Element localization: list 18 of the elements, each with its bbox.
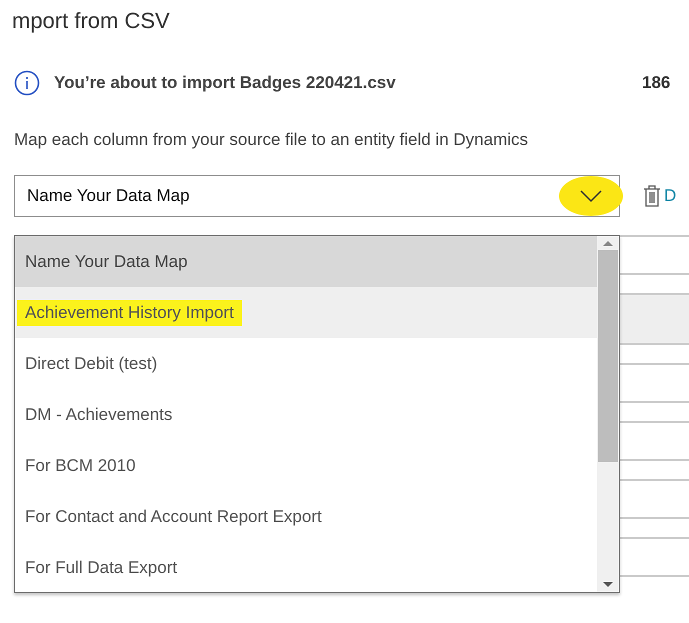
import-message: You’re about to import Badges 220421.csv [54,73,396,93]
dropdown-option[interactable]: Direct Debit (test) [15,338,597,389]
dropdown-option[interactable]: For Contact and Account Report Export [15,491,597,542]
page-title: mport from CSV [12,8,171,34]
delete-link[interactable]: D [664,186,676,206]
dropdown-option[interactable]: For Full Data Export [15,542,597,593]
field-row [620,293,689,345]
data-map-dropdown[interactable]: Name Your Data Map [14,175,620,217]
dropdown-option[interactable]: Name Your Data Map [15,236,597,287]
dropdown-option[interactable]: Achievement History Import [15,287,597,338]
instruction-text: Map each column from your source file to an entity field in Dynamics [14,130,530,150]
dropdown-option[interactable]: DM - Achievements [15,389,597,440]
info-icon [14,70,40,96]
record-count: 186 [642,73,672,93]
scrollbar[interactable] [597,236,619,592]
chevron-down-icon[interactable] [557,174,623,218]
trash-icon[interactable] [642,184,662,208]
dropdown-option[interactable]: For BCM 2010 [15,440,597,491]
